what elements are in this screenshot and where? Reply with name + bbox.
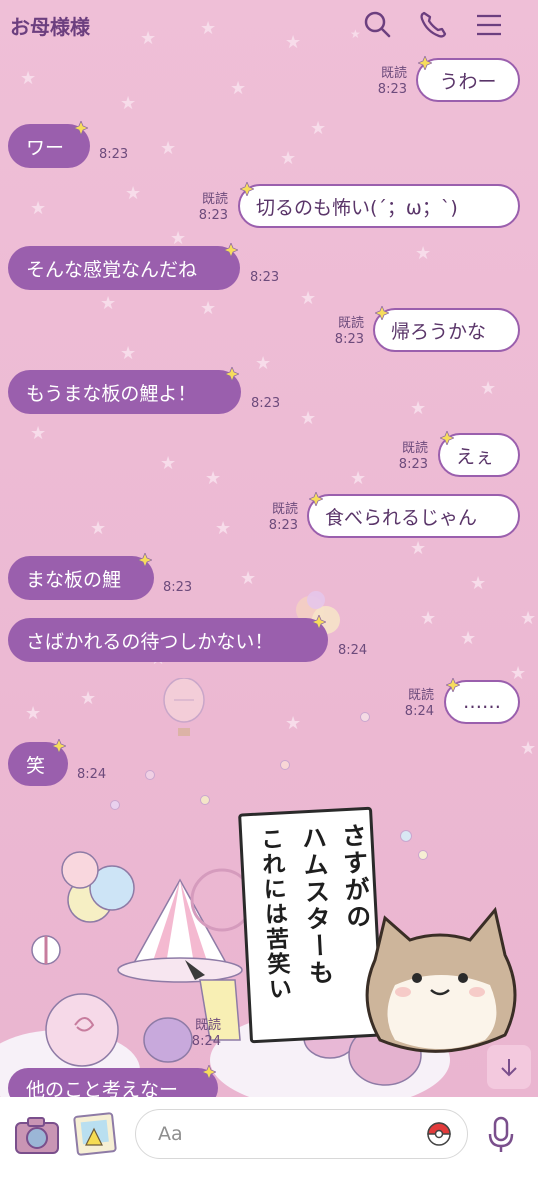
microphone-icon[interactable] [486,1115,516,1155]
message-input-bar: Aa [0,1097,538,1200]
message-time: 8:23 [250,270,280,285]
hamster-sticker [365,906,517,1053]
hot-air-balloon-decoration [163,678,205,736]
sparkle-icon [440,431,454,445]
sparkle-icon [240,182,254,196]
camera-icon[interactable] [14,1115,60,1155]
sparkle-icon [224,243,238,257]
sparkle-icon [138,553,152,567]
sparkle-icon [225,367,239,381]
message-read-time: 既読 8:24 [404,688,434,719]
message-bubble-outgoing[interactable]: 食べられるじゃん [307,494,520,538]
message-time: 8:23 [99,147,129,162]
message-read-time: 既読 8:23 [334,316,364,347]
message-read-time: 既読 8:23 [198,192,228,223]
message-read-time: 既読 8:23 [377,66,407,97]
sparkle-icon [418,56,432,70]
chat-title: お母様様 [10,14,90,39]
search-icon[interactable] [360,8,394,42]
sparkle-icon [312,615,326,629]
message-input-placeholder: Aa [158,1123,183,1145]
sticker-text-line: これには苦笑い [255,826,291,1003]
message-time: 8:24 [338,643,368,658]
message-bubble-incoming[interactable]: さばかれるの待つしかない！ [8,618,328,662]
sparkle-icon [446,678,460,692]
message-bubble-outgoing[interactable]: 帰ろうかな [373,308,520,352]
message-read-time: 既読 8:23 [398,441,428,472]
phone-icon[interactable] [416,8,450,42]
message-input[interactable]: Aa [135,1109,468,1159]
scroll-to-bottom-button[interactable] [487,1045,531,1089]
message-time: 8:24 [77,767,107,782]
message-time: 8:23 [251,396,281,411]
sparkle-icon [52,739,66,753]
gallery-icon[interactable] [72,1111,118,1157]
sticker-text-line: ハムスターも [297,824,336,988]
message-bubble-incoming[interactable]: まな板の鯉 [8,556,154,600]
message-bubble-incoming[interactable]: もうまな板の鯉よ！ [8,370,241,414]
hamburger-menu-icon[interactable] [472,8,506,42]
sparkle-icon [202,1065,216,1079]
pokeball-emoji-icon[interactable] [426,1121,452,1147]
sparkle-icon [375,306,389,320]
message-read-time: 既読 8:24 [191,1018,221,1049]
message-time: 8:23 [163,580,193,595]
message-read-time: 既読 8:23 [268,502,298,533]
message-bubble-outgoing[interactable]: 切るのも怖い(´；ω；`) [238,184,520,228]
arrow-down-icon [501,1059,517,1077]
chat-header: お母様様 [0,0,538,50]
sparkle-icon [309,492,323,506]
sparkle-icon [74,121,88,135]
message-bubble-incoming[interactable]: そんな感覚なんだね [8,246,240,290]
